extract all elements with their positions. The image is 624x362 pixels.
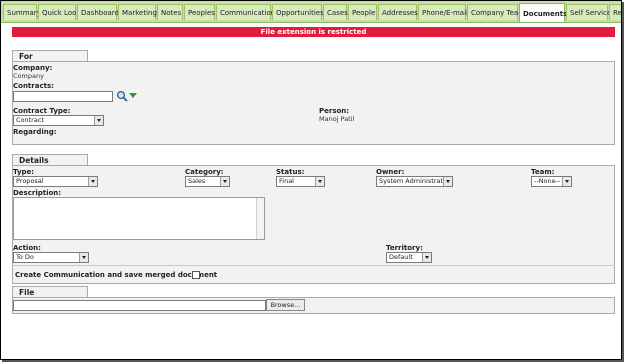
chevron-down-icon (79, 253, 88, 262)
contracts-label: Contracts: (13, 82, 54, 90)
category-label: Category: (185, 168, 224, 176)
green-triangle-icon[interactable] (129, 93, 137, 99)
chevron-down-icon (562, 177, 571, 186)
company-value: Company (13, 72, 44, 80)
error-banner: File extension is restricted (12, 27, 615, 37)
tab-self-service[interactable]: Self Service (566, 4, 611, 20)
territory-select[interactable]: Default (386, 252, 432, 263)
tab-bar: Summary Quick Look Dashboard Marketing N… (1, 1, 621, 23)
section-tab-details: Details (12, 154, 88, 165)
description-textarea[interactable] (13, 197, 265, 240)
action-select[interactable]: To Do (13, 252, 89, 263)
chevron-down-icon (220, 177, 229, 186)
owner-label: Owner: (376, 168, 405, 176)
tab-peoples[interactable]: Peoples (184, 4, 215, 20)
team-value: --None-- (534, 177, 561, 185)
action-label: Action: (13, 244, 41, 252)
section-tab-file: File (12, 286, 88, 297)
for-panel (12, 61, 615, 145)
tab-documents[interactable]: Documents (519, 3, 567, 22)
tab-addresses[interactable]: Addresses (378, 4, 418, 20)
tab-opportunities[interactable]: Opportunities (272, 4, 324, 20)
chevron-down-icon (94, 116, 103, 125)
status-label: Status: (276, 168, 305, 176)
tab-company-team[interactable]: Company Team (467, 4, 525, 20)
description-scrollbar[interactable] (256, 198, 264, 239)
contract-type-label: Contract Type: (13, 107, 71, 115)
chevron-down-icon (443, 177, 452, 186)
person-label: Person: (319, 107, 350, 115)
person-value: Manoj Patil (319, 115, 355, 123)
action-value: To Do (16, 253, 34, 261)
tab-phone-email[interactable]: Phone/E-mail (418, 4, 468, 20)
magnifier-icon[interactable] (116, 90, 128, 102)
tab-quick-look[interactable]: Quick Look (38, 4, 80, 20)
tab-notes[interactable]: Notes (157, 4, 183, 20)
type-select[interactable]: Proposal (13, 176, 98, 187)
divider (12, 265, 615, 266)
owner-select[interactable]: System Administrator (376, 176, 453, 187)
tab-people[interactable]: People (348, 4, 377, 20)
tab-cases[interactable]: Cases (323, 4, 348, 20)
merge-label: Create Communication and save merged doc… (15, 271, 218, 279)
tab-communications[interactable]: Communications (216, 4, 279, 20)
type-value: Proposal (16, 177, 44, 185)
category-select[interactable]: Sales (185, 176, 230, 187)
status-value: Final (279, 177, 294, 185)
contract-type-select[interactable]: Contract (13, 115, 104, 126)
chevron-down-icon (88, 177, 97, 186)
contracts-input[interactable] (13, 91, 113, 102)
section-tab-for: For (12, 50, 88, 61)
team-label: Team: (531, 168, 555, 176)
territory-value: Default (389, 253, 413, 261)
contract-type-value: Contract (16, 116, 44, 124)
description-label: Description: (13, 189, 62, 197)
tab-dashboard[interactable]: Dashboard (77, 4, 119, 20)
merge-checkbox[interactable] (192, 271, 200, 279)
tab-more[interactable]: Re (609, 4, 621, 20)
browse-button[interactable]: Browse... (266, 299, 305, 311)
territory-label: Territory: (386, 244, 423, 252)
status-select[interactable]: Final (276, 176, 325, 187)
category-value: Sales (188, 177, 206, 185)
tab-summary[interactable]: Summary (3, 4, 41, 20)
regarding-label: Regarding: (13, 128, 57, 136)
type-label: Type: (13, 168, 35, 176)
team-select[interactable]: --None-- (531, 176, 572, 187)
chevron-down-icon (422, 253, 431, 262)
file-input[interactable] (13, 300, 266, 311)
company-label: Company: (13, 64, 53, 72)
tab-marketing[interactable]: Marketing (118, 4, 157, 20)
owner-value: System Administrator (379, 177, 450, 185)
chevron-down-icon (315, 177, 324, 186)
